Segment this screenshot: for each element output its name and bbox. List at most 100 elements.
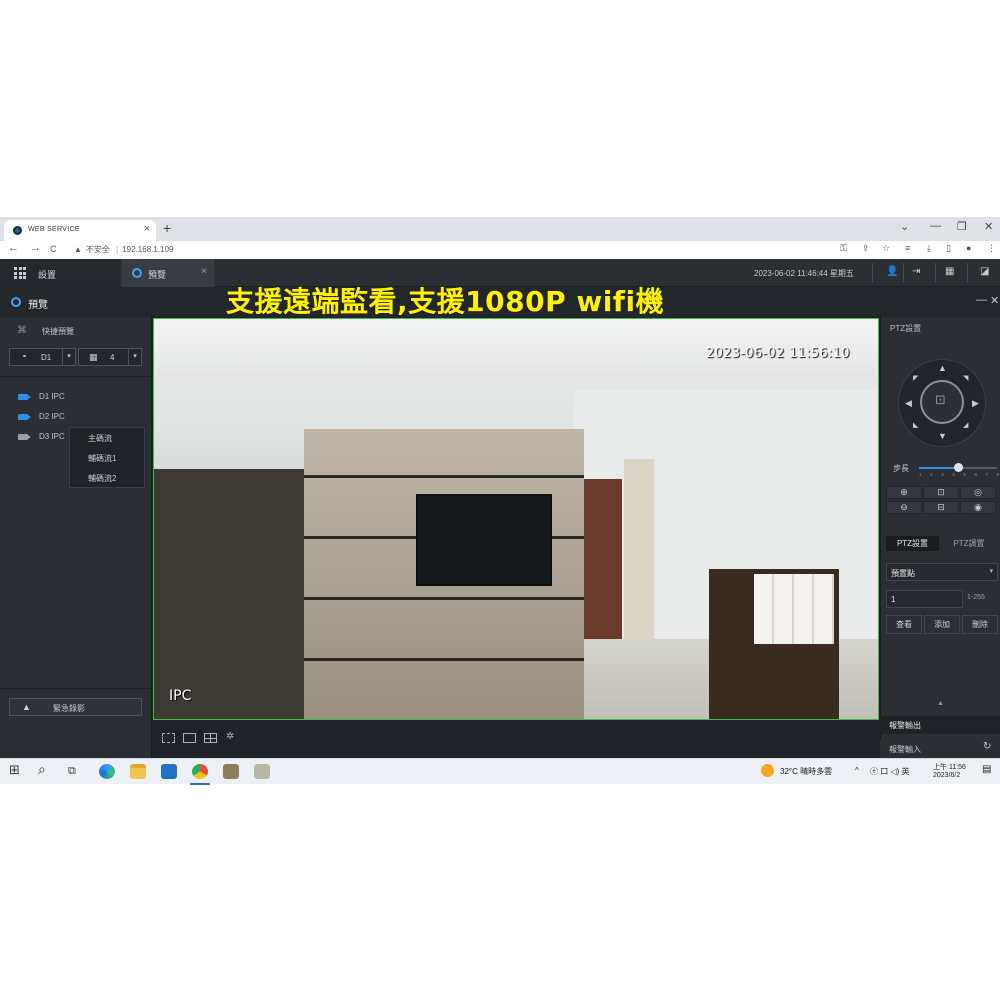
live-video-feed[interactable]: 2023-06-02 11:56:10 IPC: [153, 318, 879, 720]
new-tab-button[interactable]: +: [163, 220, 171, 236]
windows-start-icon[interactable]: ⊞: [9, 762, 20, 778]
tab-preview[interactable]: 預覽 ×: [122, 259, 214, 287]
logout-icon[interactable]: ⇥: [912, 266, 920, 277]
zoom-in-button[interactable]: ⊕: [886, 486, 922, 499]
collapse-icon[interactable]: ▲: [937, 700, 944, 707]
window-minimize-button[interactable]: —: [930, 220, 941, 232]
ptz-down-right-arrow-icon[interactable]: ◢: [963, 421, 968, 429]
key-icon[interactable]: ⚿: [840, 243, 847, 254]
window-close-button[interactable]: ✕: [984, 220, 993, 233]
step-slider-handle[interactable]: [954, 463, 963, 472]
device-item-d3[interactable]: D3 IPC: [18, 432, 65, 441]
delete-preset-button[interactable]: 刪除: [962, 615, 998, 634]
tray-overflow-icon[interactable]: ^: [855, 766, 859, 775]
channel-select[interactable]: ◓ D1 ▾: [9, 348, 76, 366]
panel-minimize-button[interactable]: —: [976, 294, 987, 306]
app-icon-1[interactable]: [223, 764, 239, 779]
browser-chrome: WEB SERVICE × + ⌄ — ❐ ✕ ← → C ▲ 不安全 | 192.…: [0, 217, 1000, 259]
ptz-down-left-arrow-icon[interactable]: ◣: [913, 421, 918, 429]
browser-menu-icon[interactable]: ⋮: [987, 243, 996, 254]
tab-ptz-settings[interactable]: PTZ設置: [886, 536, 939, 551]
emergency-record-button[interactable]: ▲ 緊急錄影: [9, 698, 142, 716]
clock-date[interactable]: 2023/6/2: [933, 772, 960, 779]
edge-browser-icon[interactable]: [99, 764, 115, 779]
url-text: 192.168.1.109: [122, 245, 174, 254]
iris-close-button[interactable]: ◉: [960, 501, 996, 514]
user-icon[interactable]: 👤: [886, 266, 898, 277]
split-view-icon[interactable]: [204, 733, 217, 743]
forward-button[interactable]: →: [30, 242, 41, 254]
iris-open-button[interactable]: ◎: [960, 486, 996, 499]
search-icon[interactable]: ⌕: [38, 761, 46, 778]
preset-number-value: 1: [891, 595, 896, 604]
notification-icon[interactable]: ▤: [982, 764, 991, 775]
ptz-up-right-arrow-icon[interactable]: ◥: [963, 374, 968, 382]
step-scale: 1 2 3 4 5 6 7 8: [919, 472, 999, 477]
layout-select[interactable]: ▦ 4 ▾: [78, 348, 142, 366]
weather-text[interactable]: 32°C 晴時多雲: [780, 766, 832, 777]
tab-settings[interactable]: 設置: [0, 259, 120, 287]
ptz-right-arrow-icon[interactable]: ▶: [972, 398, 979, 409]
tray-icons[interactable]: ⓔ 口 ◁) 英: [870, 766, 909, 777]
file-explorer-icon[interactable]: [130, 764, 146, 779]
refresh-icon[interactable]: ↻: [983, 741, 991, 752]
clock-time[interactable]: 上午 11:56: [933, 762, 966, 772]
tab-search-chevron-icon[interactable]: ⌄: [900, 220, 909, 233]
step-tick: 1: [919, 472, 922, 477]
menu-item-sub-stream-2[interactable]: 輔碼流2: [88, 473, 116, 484]
share-icon[interactable]: ⇪: [862, 243, 870, 254]
step-slider-fill: [919, 467, 958, 469]
reading-list-icon[interactable]: ≡: [905, 243, 910, 253]
tab-preview-label: 預覽: [148, 270, 167, 280]
back-button[interactable]: ←: [8, 242, 19, 254]
reload-button[interactable]: C: [50, 244, 57, 254]
fullscreen-icon[interactable]: [162, 733, 175, 743]
preset-type-select[interactable]: 預置點 ▾: [886, 563, 998, 581]
device-item-d1[interactable]: D1 IPC: [18, 392, 65, 401]
preset-type-value: 預置點: [891, 569, 915, 578]
mail-icon[interactable]: [161, 764, 177, 779]
single-view-icon[interactable]: [183, 733, 196, 743]
ptz-up-left-arrow-icon[interactable]: ◤: [913, 374, 918, 382]
browser-tab-title: WEB SERVICE: [28, 226, 80, 233]
windows-taskbar: ⊞ ⌕ ⧉ 32°C 晴時多雲 ^ ⓔ 口 ◁) 英 上午 11:56 2023…: [0, 758, 1000, 785]
ptz-center-button[interactable]: ⊡: [920, 380, 964, 424]
qr-code-icon[interactable]: ▦: [945, 266, 954, 277]
add-preset-button[interactable]: 添加: [924, 615, 960, 634]
task-view-icon[interactable]: ⧉: [68, 765, 76, 778]
device-item-d2[interactable]: D2 IPC: [18, 412, 65, 421]
chrome-browser-icon[interactable]: [192, 764, 208, 779]
star-icon[interactable]: ☆: [882, 243, 890, 254]
browser-tab-close-icon[interactable]: ×: [144, 223, 150, 235]
view-preset-button[interactable]: 查看: [886, 615, 922, 634]
video-scene-monitor: [416, 494, 552, 586]
window-restore-button[interactable]: ❐: [957, 220, 967, 233]
side-panel-icon[interactable]: ▯: [946, 243, 951, 254]
alarm-output-header[interactable]: 報警輸出: [880, 716, 1000, 734]
ptz-up-arrow-icon[interactable]: ▲: [938, 363, 947, 373]
camera-dome-icon: ◓: [22, 352, 27, 361]
brightness-icon[interactable]: ✲: [226, 731, 234, 742]
address-field[interactable]: ▲ 不安全 | 192.168.1.109: [74, 244, 173, 255]
ptz-left-arrow-icon[interactable]: ◀: [905, 398, 912, 409]
tab-ptz-adjust[interactable]: PTZ調置: [941, 536, 997, 551]
focus-near-button[interactable]: ⊡: [923, 486, 959, 499]
menu-item-sub-stream-1[interactable]: 輔碼流1: [88, 453, 116, 464]
display-icon[interactable]: ◪: [980, 266, 989, 277]
layout-select-value: 4: [110, 353, 115, 362]
ptz-down-arrow-icon[interactable]: ▼: [938, 431, 947, 441]
panel-close-button[interactable]: ✕: [990, 294, 999, 307]
zoom-out-button[interactable]: ⊖: [886, 501, 922, 514]
app-icon-2[interactable]: [254, 764, 270, 779]
menu-item-main-stream[interactable]: 主碼流: [88, 433, 112, 444]
tab-settings-label: 設置: [38, 270, 57, 280]
preset-number-input[interactable]: 1: [886, 590, 963, 608]
profile-icon[interactable]: ●: [966, 243, 971, 253]
browser-tab[interactable]: WEB SERVICE ×: [4, 220, 156, 241]
quick-preview-label[interactable]: 快捷預覽: [42, 326, 74, 337]
tab-preview-close-icon[interactable]: ×: [201, 266, 207, 277]
download-icon[interactable]: ⤓: [927, 243, 931, 254]
focus-far-button[interactable]: ⊟: [923, 501, 959, 514]
alarm-input-header[interactable]: 報警輸入 ↻: [880, 740, 1000, 758]
web-service-favicon-icon: [13, 226, 22, 235]
